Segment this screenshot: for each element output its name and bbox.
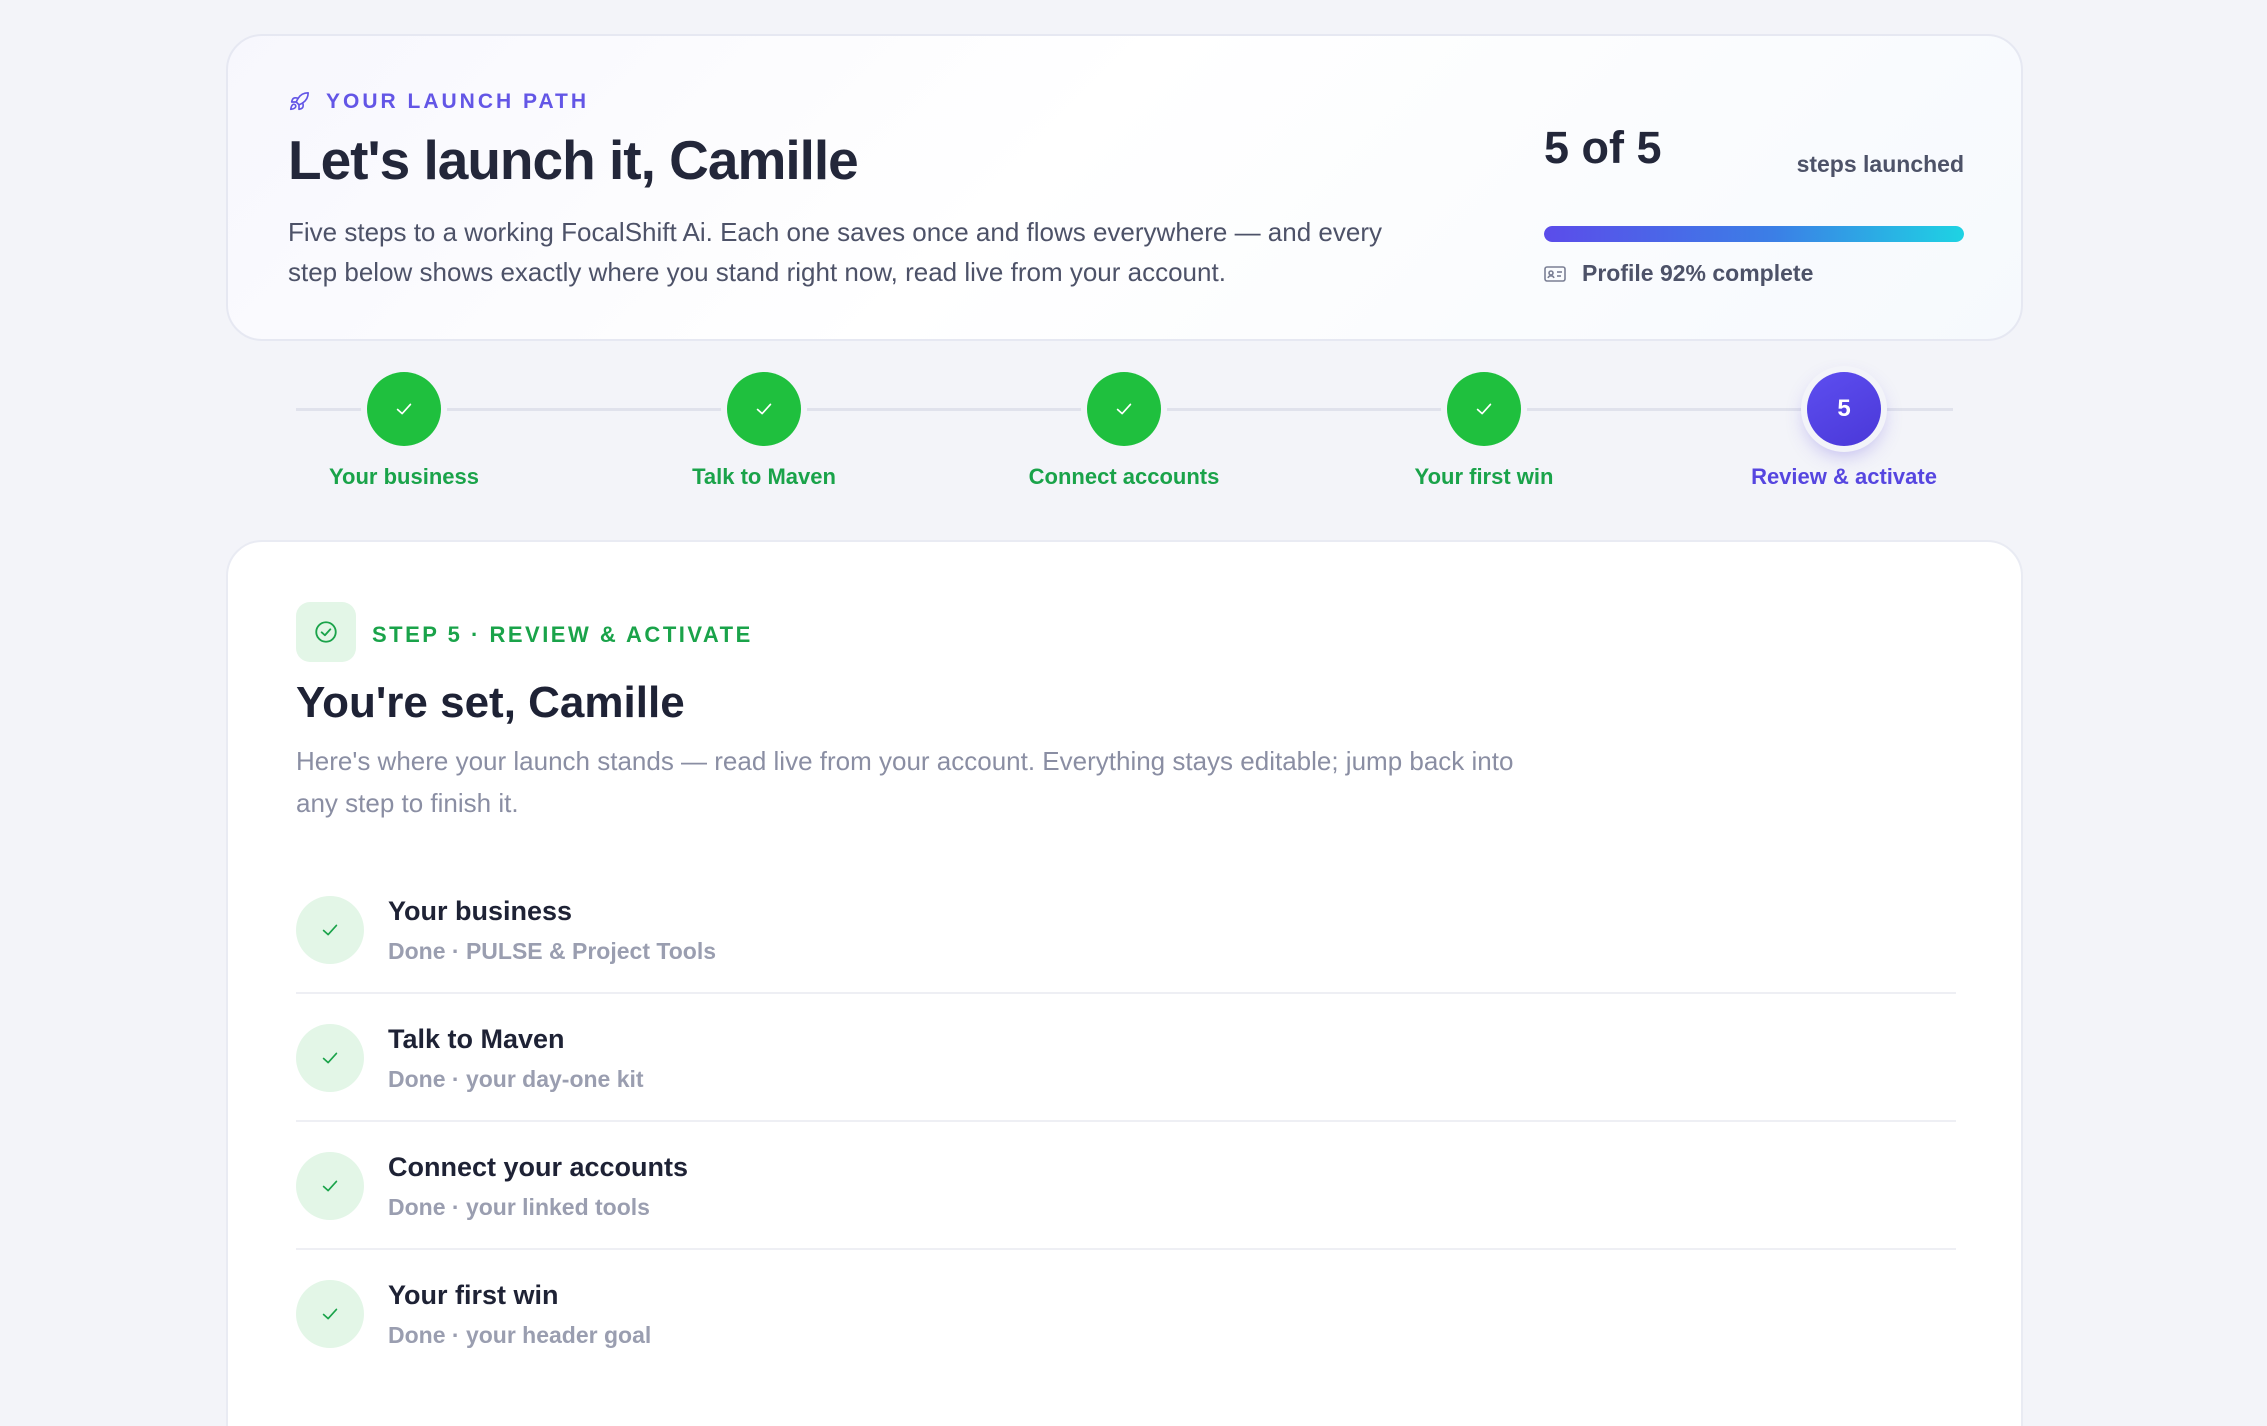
checklist-item-status: Done · your day-one kit	[388, 1066, 644, 1092]
checklist-item-status: Done · PULSE & Project Tools	[388, 938, 716, 964]
checklist-item-status: Done · your linked tools	[388, 1194, 650, 1220]
progress-label: steps launched	[1796, 151, 1964, 177]
launch-path-eyebrow: YOUR LAUNCH PATH	[288, 90, 589, 114]
step-current-dot: 5	[1807, 372, 1881, 446]
progress-bar	[1544, 226, 1964, 242]
checklist-item-title: Your business	[388, 896, 573, 926]
progress-count: 5 of 5	[1544, 122, 1662, 173]
review-card: STEP 5 · REVIEW & ACTIVATE You're set, C…	[226, 540, 2023, 1426]
done-badge	[296, 1280, 364, 1348]
stepper-step-your-business[interactable]: Your business	[254, 372, 554, 490]
checklist-item-connect-accounts[interactable]: Connect your accounts Done · your linked…	[296, 1122, 1956, 1250]
check-icon	[322, 1308, 338, 1320]
step-label: Your business	[329, 464, 479, 489]
launch-checklist: Your business Done · PULSE & Project Too…	[296, 866, 1956, 1378]
done-badge	[296, 1024, 364, 1092]
check-icon	[756, 403, 772, 415]
checklist-item-your-business[interactable]: Your business Done · PULSE & Project Too…	[296, 866, 1956, 994]
checklist-item-title: Connect your accounts	[388, 1152, 689, 1182]
step-label: Review & activate	[1751, 464, 1937, 489]
page-title: Let's launch it, Camille	[288, 129, 859, 191]
review-title: You're set, Camille	[296, 678, 685, 727]
check-icon	[322, 1052, 338, 1064]
rocket-icon	[289, 92, 309, 111]
checklist-item-talk-to-maven[interactable]: Talk to Maven Done · your day-one kit	[296, 994, 1956, 1122]
stepper-step-your-first-win[interactable]: Your first win	[1334, 372, 1634, 490]
done-badge	[296, 1152, 364, 1220]
step-done-dot	[1087, 372, 1161, 446]
done-badge	[296, 896, 364, 964]
checklist-item-title: Talk to Maven	[388, 1024, 565, 1054]
id-card-icon	[1544, 265, 1566, 282]
check-icon	[1116, 403, 1132, 415]
check-icon	[1476, 403, 1492, 415]
stepper-step-connect-accounts[interactable]: Connect accounts	[974, 372, 1274, 490]
step-done-dot	[727, 372, 801, 446]
checklist-item-status: Done · your header goal	[388, 1322, 652, 1348]
step-label: Your first win	[1414, 464, 1554, 489]
step-label: Connect accounts	[1028, 464, 1220, 489]
step-done-dot	[1447, 372, 1521, 446]
check-icon	[322, 924, 338, 936]
checklist-item-title: Your first win	[388, 1280, 559, 1310]
checklist-item-first-win[interactable]: Your first win Done · your header goal	[296, 1250, 1956, 1378]
progress-bar-fill	[1544, 226, 1964, 242]
review-subtitle: Here's where your launch stands — read l…	[296, 746, 1514, 818]
stepper-step-talk-to-maven[interactable]: Talk to Maven	[614, 372, 914, 490]
check-icon	[396, 403, 412, 415]
step-label: Talk to Maven	[692, 464, 836, 489]
page-subtitle: Five steps to a working FocalShift Ai. E…	[288, 217, 1382, 287]
launch-page: YOUR LAUNCH PATH Let's launch it, Camill…	[0, 0, 2267, 1426]
eyebrow-text: YOUR LAUNCH PATH	[326, 90, 590, 113]
check-circle-icon	[315, 621, 337, 643]
launch-stepper: Your business Talk to Maven Connect acco…	[226, 372, 2023, 492]
step-eyebrow: STEP 5 · REVIEW & ACTIVATE	[372, 622, 753, 647]
profile-completion: Profile 92% complete	[1544, 260, 1813, 287]
stepper-step-review-activate[interactable]: 5 Review & activate	[1694, 372, 1994, 490]
step-done-dot	[367, 372, 441, 446]
check-icon	[322, 1180, 338, 1192]
step-badge	[296, 602, 356, 662]
profile-completion-text: Profile 92% complete	[1582, 260, 1814, 286]
launch-header-card: YOUR LAUNCH PATH Let's launch it, Camill…	[226, 34, 2023, 341]
